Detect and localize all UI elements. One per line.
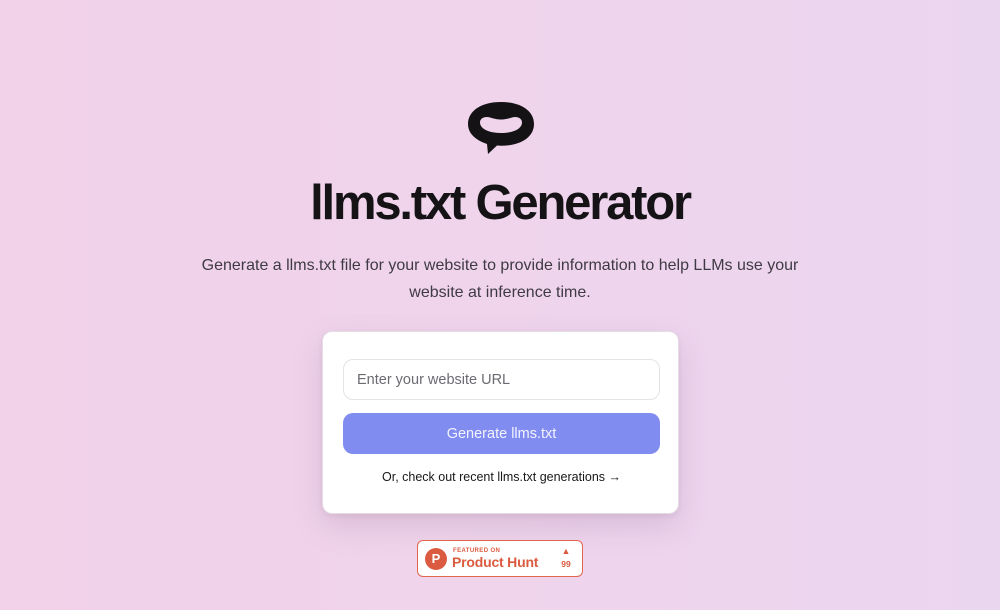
- speech-bubble-logo-icon: [468, 102, 534, 154]
- recent-generations-link[interactable]: Or, check out recent llms.txt generation…: [323, 470, 680, 484]
- upvote-arrow-icon: ▲: [561, 546, 571, 556]
- product-hunt-logo-icon: P: [425, 548, 447, 570]
- page-title: llms.txt Generator: [310, 176, 692, 230]
- generate-button[interactable]: Generate llms.txt: [343, 413, 660, 454]
- product-hunt-name: Product Hunt: [452, 554, 539, 570]
- generator-card: Generate llms.txt Or, check out recent l…: [322, 331, 679, 514]
- website-url-input[interactable]: [343, 359, 660, 400]
- upvote-count: 99: [561, 559, 571, 569]
- product-hunt-badge[interactable]: P FEATURED ON Product Hunt ▲ 99: [417, 540, 583, 577]
- page-subtitle: Generate a llms.txt file for your websit…: [201, 257, 799, 301]
